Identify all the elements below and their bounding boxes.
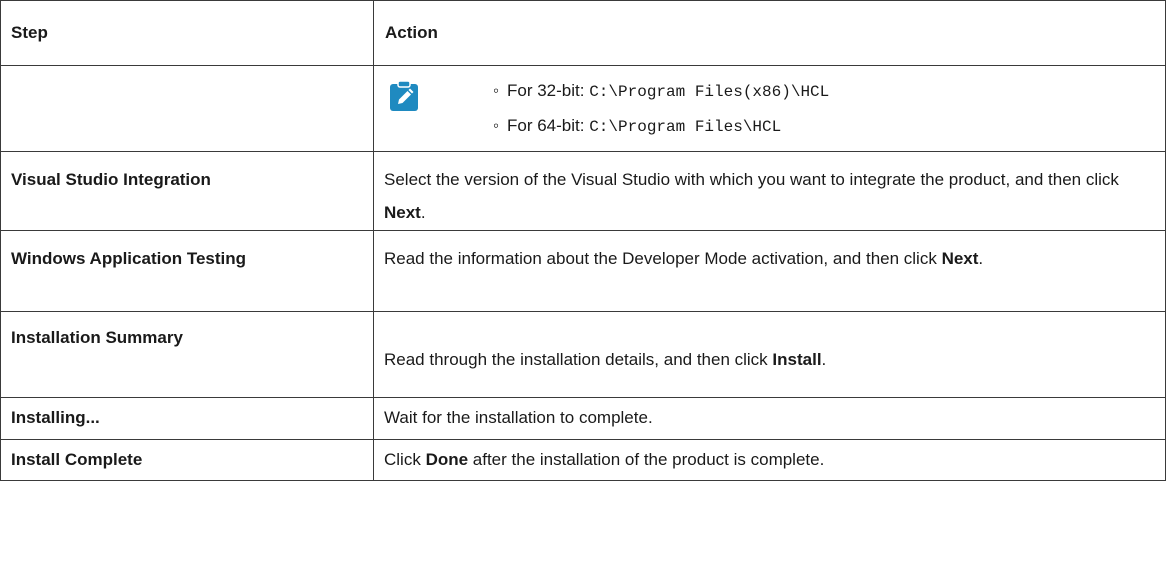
step-cell: Installation Summary (0, 311, 374, 398)
table-row: ◦ For 32-bit: C:\Program Files(x86)\HCL ◦… (0, 65, 1166, 152)
bullet: ◦ (493, 116, 500, 135)
table-row: Install Complete Click Done after the in… (0, 439, 1166, 481)
step-cell (0, 65, 374, 152)
note-pencil-icon (390, 80, 418, 111)
action-cell: Wait for the installation to complete. (373, 397, 1166, 440)
bullet: ◦ (493, 81, 500, 100)
table-row: Installing... Wait for the installation … (0, 397, 1166, 440)
step-cell: Install Complete (0, 439, 374, 481)
install-path-64bit: C:\Program Files\HCL (589, 118, 782, 136)
column-header-action: Action (373, 0, 1166, 66)
steps-table: Step Action ◦ For 32-bit: C:\Program File… (0, 0, 1166, 481)
action-cell: Select the version of the Visual Studio … (373, 151, 1166, 231)
action-cell: ◦ For 32-bit: C:\Program Files(x86)\HCL ◦… (373, 65, 1166, 152)
header-row: Step Action (0, 0, 1166, 66)
install-path-list: ◦ For 32-bit: C:\Program Files(x86)\HCL ◦… (493, 74, 829, 144)
install-path-32bit: C:\Program Files(x86)\HCL (589, 83, 830, 101)
action-cell: Click Done after the installation of the… (373, 439, 1166, 481)
step-cell: Installing... (0, 397, 374, 440)
install-path-note: ◦ For 32-bit: C:\Program Files(x86)\HCL ◦… (374, 66, 1165, 151)
list-item: ◦ For 32-bit: C:\Program Files(x86)\HCL (493, 74, 829, 109)
action-cell: Read the information about the Developer… (373, 230, 1166, 312)
list-item: ◦ For 64-bit: C:\Program Files\HCL (493, 109, 829, 144)
table-row: Visual Studio Integration Select the ver… (0, 151, 1166, 231)
column-header-step: Step (0, 0, 374, 66)
action-cell: Read through the installation details, a… (373, 311, 1166, 398)
step-cell: Visual Studio Integration (0, 151, 374, 231)
step-cell: Windows Application Testing (0, 230, 374, 312)
table-row: Windows Application Testing Read the inf… (0, 230, 1166, 312)
table-row: Installation Summary Read through the in… (0, 311, 1166, 398)
